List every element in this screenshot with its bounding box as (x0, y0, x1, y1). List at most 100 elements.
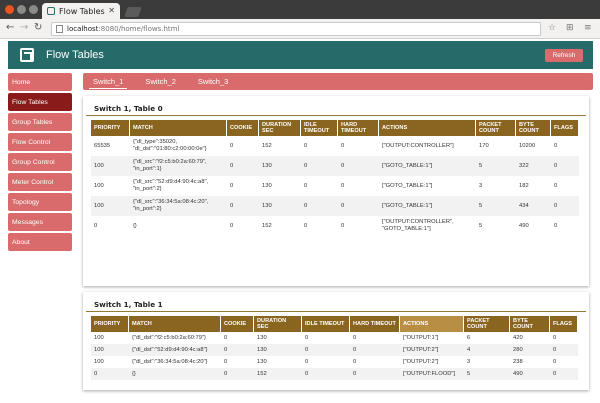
sidebar-item-meter-control[interactable]: Meter Control (8, 173, 72, 191)
table-row: 100 {"dl_src":"36:34:5a:08:4c:20", "in_po… (91, 196, 579, 216)
column-header-idle-timeout[interactable]: IDLE TIMEOUT (302, 316, 350, 332)
table-cell: 0 (305, 334, 309, 341)
column-header-flags[interactable]: FLAGS (550, 316, 578, 332)
favicon-icon (47, 7, 55, 15)
table-cell: 420 (513, 334, 523, 341)
table-cell: ["GOTO_TABLE:1"] (382, 182, 433, 189)
flow-table-title: Switch 1, Table 1 (86, 292, 586, 312)
column-header-duration-sec[interactable]: DURATION SEC (254, 316, 302, 332)
column-header-idle-timeout[interactable]: IDLE TIMEOUT (301, 120, 338, 136)
sidebar-item-home[interactable]: Home (8, 73, 72, 91)
tab-switch-3[interactable]: Switch_3 (194, 75, 232, 88)
table-cell: ["OUTPUT:FLOOD"] (400, 368, 464, 380)
column-header-actions[interactable]: ACTIONS (379, 120, 476, 136)
column-header-cookie[interactable]: COOKIE (227, 120, 259, 136)
table-cell: 0 (302, 344, 350, 356)
table-cell: 490 (519, 222, 529, 229)
app-page: Flow Tables Refresh Home Flow Tables Group… (0, 40, 600, 403)
table-cell: ["OUTPUT:2"] (403, 358, 439, 365)
flow-table: PRIORITY MATCH COOKIE DURATION SEC IDLE TIME… (91, 316, 578, 380)
table-cell: 0 (227, 196, 259, 216)
browser-tab[interactable]: Flow Tables ✕ (42, 3, 120, 19)
reload-icon[interactable]: ↻ (34, 22, 42, 33)
table-cell: 6 (467, 334, 471, 341)
flow-table-card: Switch 1, Table 0 PRIORITY MATCH COOKIE DUR… (83, 96, 589, 286)
close-tab-icon[interactable]: ✕ (108, 6, 115, 15)
browser-tabstrip: Flow Tables ✕ (0, 0, 600, 19)
table-cell: 0 (301, 196, 338, 216)
table-cell: 170 (479, 142, 489, 149)
table-cell: {"dl_src":"f2:c5:b0:2a:60:79", "in_port"… (130, 156, 227, 176)
close-window-button[interactable] (5, 5, 14, 14)
table-cell: 0 (230, 182, 234, 189)
column-header-match[interactable]: MATCH (129, 316, 221, 332)
table-cell: 0 (221, 344, 254, 356)
table-cell: 0 (305, 358, 309, 365)
table-cell: 100 (91, 344, 129, 356)
forward-icon[interactable]: → (20, 22, 28, 33)
table-cell: 5 (476, 156, 516, 176)
column-header-actions[interactable]: ACTIONS (400, 316, 464, 332)
table-cell: 0 (304, 142, 308, 149)
sidebar-item-messages[interactable]: Messages (8, 213, 72, 231)
new-tab-button[interactable] (124, 7, 142, 17)
sidebar-item-about[interactable]: About (8, 233, 72, 251)
minimize-window-button[interactable] (17, 5, 26, 14)
table-cell: 100 (91, 196, 130, 216)
table-cell: 0 (304, 222, 308, 229)
column-header-priority[interactable]: PRIORITY (91, 120, 130, 136)
column-header-hard-timeout[interactable]: HARD TIMEOUT (338, 120, 379, 136)
table-cell: 5 (476, 196, 516, 216)
back-icon[interactable]: ← (6, 22, 14, 33)
table-cell: 3 (467, 358, 471, 365)
sidebar-item-flow-control[interactable]: Flow Control (8, 133, 72, 151)
table-cell: 100 (94, 334, 104, 341)
table-cell: 0 (221, 368, 254, 380)
table-cell: 0 (304, 182, 308, 189)
table-cell: {} (133, 222, 137, 229)
column-header-hard-timeout[interactable]: HARD TIMEOUT (350, 316, 400, 332)
address-bar[interactable]: localhost :8080/home/flows.html (51, 22, 541, 36)
maximize-window-button[interactable] (29, 5, 38, 14)
table-cell: 0 (550, 344, 578, 356)
table-cell: 0 (341, 222, 345, 229)
sidebar-item-group-control[interactable]: Group Control (8, 153, 72, 171)
column-header-packet-count[interactable]: PACKET COUNT (476, 120, 516, 136)
column-header-priority[interactable]: PRIORITY (91, 316, 129, 332)
table-cell: 5 (464, 368, 510, 380)
refresh-button[interactable]: Refresh (545, 49, 583, 62)
table-cell: {"dl_src":"52:d9:d4:90:4c:a8", "in_port"… (133, 179, 209, 192)
table-cell: ["GOTO_TABLE:1"] (379, 156, 476, 176)
column-header-flags[interactable]: FLAGS (551, 120, 579, 136)
table-cell: 0 (338, 196, 379, 216)
column-header-packet-count[interactable]: PACKET COUNT (464, 316, 510, 332)
column-header-byte-count[interactable]: BYTE COUNT (510, 316, 550, 332)
tab-switch-1[interactable]: Switch_1 (89, 75, 128, 89)
browser-tab-title: Flow Tables (59, 6, 105, 16)
table-cell: {"dl_dst":"36:34:5a:08:4c:20"} (132, 358, 208, 365)
sidebar-item-group-tables[interactable]: Group Tables (8, 113, 72, 131)
column-header-cookie[interactable]: COOKIE (221, 316, 254, 332)
table-cell: 0 (94, 222, 98, 229)
table-cell: 0 (230, 142, 234, 149)
menu-icon[interactable]: ≡ (584, 23, 592, 33)
tab-switch-2[interactable]: Switch_2 (141, 75, 179, 88)
table-cell: 0 (551, 196, 579, 216)
column-header-match[interactable]: MATCH (130, 120, 227, 136)
table-cell: {"dl_src":"36:34:5a:08:4c:20", "in_port"… (130, 196, 227, 216)
flow-table-card: Switch 1, Table 1 PRIORITY MATCH COOKIE DUR… (83, 292, 589, 390)
bookmark-star-icon[interactable]: ☆ (548, 23, 556, 33)
table-row: 100 {"dl_dst":"52:d9:d4:90:4c:a8"} 0 130 0 0[… (91, 344, 578, 356)
table-cell: 0 (302, 368, 350, 380)
column-header-byte-count[interactable]: BYTE COUNT (516, 120, 551, 136)
table-cell: 0 (350, 368, 400, 380)
sidebar-item-flow-tables[interactable]: Flow Tables (8, 93, 72, 111)
table-row: 100 {"dl_dst":"36:34:5a:08:4c:20"} 0 130 0 0 [… (91, 356, 578, 368)
flow-table: PRIORITY MATCH COOKIE DURATION SEC IDLE TIME… (91, 120, 579, 236)
extension-icon[interactable]: ⊞ (566, 23, 574, 33)
table-cell: 130 (259, 156, 301, 176)
column-header-duration-sec[interactable]: DURATION SEC (259, 120, 301, 136)
sidebar-nav: Home Flow Tables Group Tables Flow Control G… (8, 73, 72, 253)
table-cell: 182 (519, 182, 529, 189)
sidebar-item-topology[interactable]: Topology (8, 193, 72, 211)
